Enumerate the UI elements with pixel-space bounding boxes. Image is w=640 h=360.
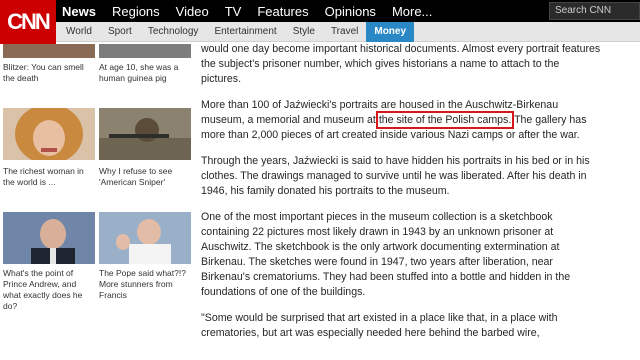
promo-caption[interactable]: The richest woman in the world is ...	[3, 166, 95, 188]
promo-thumbnail[interactable]	[99, 212, 191, 264]
promo-thumbnail[interactable]	[3, 212, 95, 264]
nav-regions[interactable]: Regions	[112, 4, 160, 19]
promo-thumbnail[interactable]	[99, 44, 191, 58]
nav-more[interactable]: More...	[392, 4, 432, 19]
subnav-travel[interactable]: Travel	[323, 22, 366, 42]
article-paragraph: One of the most important pieces in the …	[201, 211, 571, 298]
article-paragraph: would one day become important historica…	[201, 43, 601, 85]
subnav-entertainment[interactable]: Entertainment	[206, 22, 284, 42]
article-body: would one day become important historica…	[201, 42, 601, 352]
sniper-photo-icon	[99, 108, 191, 160]
search-input[interactable]: Search CNN	[549, 2, 640, 20]
promo-caption[interactable]: Blitzer: You can smell the death	[3, 62, 95, 84]
subnav-technology[interactable]: Technology	[140, 22, 207, 42]
subnav-money[interactable]: Money	[366, 22, 415, 42]
highlighted-text: the site of the Polish camps.	[375, 111, 515, 129]
article-paragraph: Through the years, Jaźwiecki is said to …	[201, 155, 590, 197]
subnav-style[interactable]: Style	[285, 22, 323, 42]
promo-caption[interactable]: The Pope said what?!? More stunners from…	[99, 268, 191, 301]
article-paragraph: More than 100 of Jaźwiecki's portraits a…	[201, 98, 601, 143]
woman-portrait-icon	[3, 108, 95, 160]
promo-thumbnail[interactable]	[99, 108, 191, 160]
prince-andrew-photo-icon	[3, 212, 95, 264]
nav-news[interactable]: News	[62, 4, 96, 19]
nav-opinions[interactable]: Opinions	[325, 4, 376, 19]
promo-caption[interactable]: What's the point of Prince Andrew, and w…	[3, 268, 95, 312]
nav-video[interactable]: Video	[176, 4, 209, 19]
promo-caption[interactable]: At age 10, she was a human guinea pig	[99, 62, 191, 84]
subnav-world[interactable]: World	[58, 22, 100, 42]
nav-features[interactable]: Features	[257, 4, 308, 19]
pope-photo-icon	[99, 212, 191, 264]
promo-thumbnail[interactable]	[3, 108, 95, 160]
cnn-logo[interactable]: CNN	[0, 0, 56, 44]
nav-tv[interactable]: TV	[225, 4, 242, 19]
promo-caption[interactable]: Why I refuse to see 'American Sniper'	[99, 166, 191, 188]
article-paragraph: "Some would be surprised that art existe…	[201, 312, 558, 339]
secondary-nav: World Sport Technology Entertainment Sty…	[0, 22, 640, 42]
subnav-sport[interactable]: Sport	[100, 22, 140, 42]
promo-thumbnail[interactable]	[3, 44, 95, 58]
primary-nav: News Regions Video TV Features Opinions …	[62, 0, 448, 22]
